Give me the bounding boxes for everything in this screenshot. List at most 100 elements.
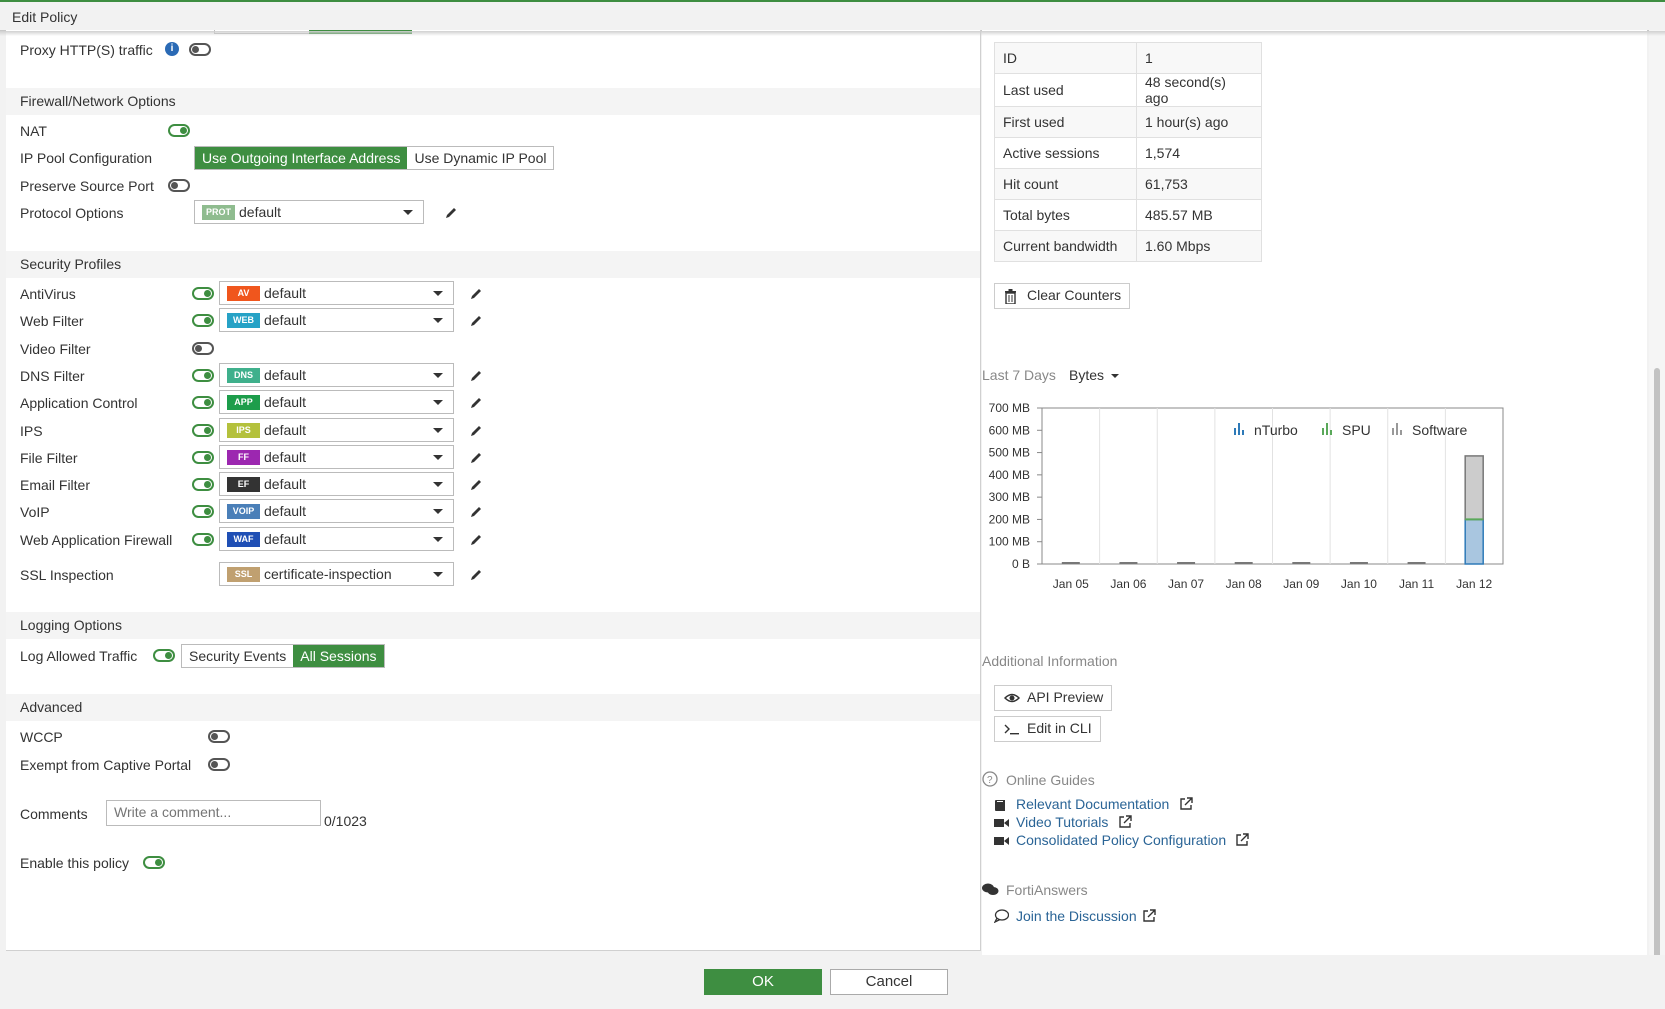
edit-pencil-icon[interactable] (469, 478, 483, 492)
chart-bar-software (1464, 455, 1484, 521)
proxy-toggle[interactable] (189, 43, 211, 56)
web-application-firewall-badge: WAF (227, 532, 260, 547)
voip-toggle[interactable] (192, 505, 214, 518)
edit-pencil-icon[interactable] (469, 568, 483, 582)
web-filter-toggle[interactable] (192, 314, 214, 327)
edit-pencil-icon[interactable] (469, 396, 483, 410)
email-filter-select[interactable]: EF default (219, 472, 454, 496)
log-allowed-label: Log Allowed Traffic (20, 648, 138, 664)
api-preview-button[interactable]: API Preview (994, 685, 1113, 711)
statistics-table: ID 1 Last used 48 second(s) ago First used 1 … (994, 42, 1262, 262)
all-sessions-option[interactable]: All Sessions (293, 645, 384, 667)
svg-text:?: ? (987, 775, 993, 786)
email-filter-label: Email Filter (20, 477, 91, 493)
web-application-firewall-toggle[interactable] (192, 533, 214, 546)
bytes-chart: 0 B 100 MB 200 MB 300 MB 400 MB 500 MB 600 MB 7… (989, 401, 1504, 591)
nat-toggle[interactable] (168, 124, 190, 137)
clear-counters-button[interactable]: Clear Counters (994, 283, 1131, 309)
ip-pool-segment[interactable]: Use Outgoing Interface Address Use Dynam… (194, 146, 555, 170)
protocol-options-select[interactable]: PROT default (194, 200, 424, 224)
stats-value: 61,753 (1136, 168, 1262, 200)
comments-icon (982, 883, 999, 895)
cancel-button[interactable]: Cancel (830, 969, 948, 995)
edit-cli-button[interactable]: Edit in CLI (994, 716, 1101, 742)
web-application-firewall-select[interactable]: WAF default (219, 527, 454, 551)
dialog-footer: OK Cancel (0, 955, 1665, 1009)
log-allowed-toggle[interactable] (153, 649, 175, 662)
edit-pencil-icon[interactable] (469, 424, 483, 438)
chevron-down-icon (433, 455, 443, 460)
proxy-label: Proxy HTTP(S) traffic (20, 42, 153, 58)
antivirus-select[interactable]: AV default (219, 281, 454, 305)
email-filter-toggle[interactable] (192, 478, 214, 491)
dns-filter-value: default (264, 367, 307, 383)
chevron-down-icon (433, 572, 443, 577)
application-control-label: Application Control (20, 395, 138, 411)
stats-row: Active sessions 1,574 (994, 137, 1262, 169)
protocol-badge: PROT (202, 205, 235, 220)
join-discussion-link[interactable]: Join the Discussion (1016, 908, 1137, 924)
web-filter-select[interactable]: WEB default (219, 308, 454, 332)
ips-select[interactable]: IPS default (219, 418, 454, 442)
stats-row: Total bytes 485.57 MB (994, 199, 1262, 231)
edit-pencil-icon[interactable] (469, 287, 483, 301)
enable-policy-toggle[interactable] (143, 856, 165, 869)
external-link-icon[interactable] (1179, 797, 1193, 811)
nat-label: NAT (20, 123, 47, 139)
relevant-documentation-link[interactable]: Relevant Documentation (1016, 796, 1169, 812)
stats-row: First used 1 hour(s) ago (994, 106, 1262, 138)
clear-counters-label: Clear Counters (1027, 287, 1122, 303)
preserve-port-toggle[interactable] (168, 179, 190, 192)
ip-pool-dynamic-option[interactable]: Use Dynamic IP Pool (407, 147, 553, 169)
wccp-toggle[interactable] (208, 730, 230, 743)
chart-y-tick-label: 500 MB (989, 446, 1030, 460)
ssl-value: certificate-inspection (264, 566, 392, 582)
application-control-badge: APP (227, 395, 260, 410)
edit-pencil-icon[interactable] (469, 505, 483, 519)
comments-input[interactable] (106, 800, 321, 826)
security-events-option[interactable]: Security Events (182, 645, 293, 667)
edit-pencil-icon[interactable] (469, 533, 483, 547)
antivirus-toggle[interactable] (192, 287, 214, 300)
dns-filter-toggle[interactable] (192, 369, 214, 382)
external-link-icon[interactable] (1142, 909, 1156, 923)
external-link-icon[interactable] (1235, 833, 1249, 847)
external-link-icon[interactable] (1118, 815, 1132, 829)
vertical-scrollbar[interactable] (1649, 30, 1665, 988)
captive-portal-toggle[interactable] (208, 758, 230, 771)
ips-toggle[interactable] (192, 424, 214, 437)
ips-value: default (264, 422, 307, 438)
web-filter-badge: WEB (227, 313, 260, 328)
video-filter-toggle[interactable] (192, 342, 214, 355)
comments-label: Comments (20, 806, 88, 822)
dns-filter-select[interactable]: DNS default (219, 363, 454, 387)
chart-legend-swatch (1396, 423, 1398, 435)
fortianswers-header: FortiAnswers (1006, 882, 1088, 898)
ssl-inspection-select[interactable]: SSL certificate-inspection (219, 562, 454, 586)
ip-pool-outgoing-option[interactable]: Use Outgoing Interface Address (195, 147, 408, 169)
file-filter-value: default (264, 449, 307, 465)
application-control-select[interactable]: APP default (219, 390, 454, 414)
scrollbar-thumb[interactable] (1654, 368, 1660, 988)
chart-metric-dropdown[interactable]: Bytes (1069, 366, 1119, 384)
video-tutorials-link[interactable]: Video Tutorials (1016, 814, 1108, 830)
ok-button[interactable]: OK (704, 969, 822, 995)
application-control-toggle[interactable] (192, 396, 214, 409)
chart-x-tick-label: Jan 11 (1399, 577, 1434, 591)
consolidated-policy-link[interactable]: Consolidated Policy Configuration (1016, 832, 1226, 848)
info-icon[interactable]: i (165, 42, 179, 56)
edit-pencil-icon[interactable] (469, 314, 483, 328)
edit-pencil-icon[interactable] (469, 369, 483, 383)
caret-down-icon (1110, 374, 1119, 379)
chart-range-label: Last 7 Days (982, 367, 1056, 383)
edit-pencil-icon[interactable] (444, 206, 458, 220)
voip-select[interactable]: VOIP default (219, 499, 454, 523)
edit-pencil-icon[interactable] (469, 451, 483, 465)
log-allowed-segment[interactable]: Security Events All Sessions (181, 644, 385, 668)
file-filter-toggle[interactable] (192, 451, 214, 464)
edit-cli-label: Edit in CLI (1027, 720, 1092, 736)
dialog-titlebar: Edit Policy (0, 0, 1665, 31)
chevron-down-icon (433, 509, 443, 514)
chart-y-tick-label: 400 MB (989, 468, 1030, 482)
file-filter-select[interactable]: FF default (219, 445, 454, 469)
